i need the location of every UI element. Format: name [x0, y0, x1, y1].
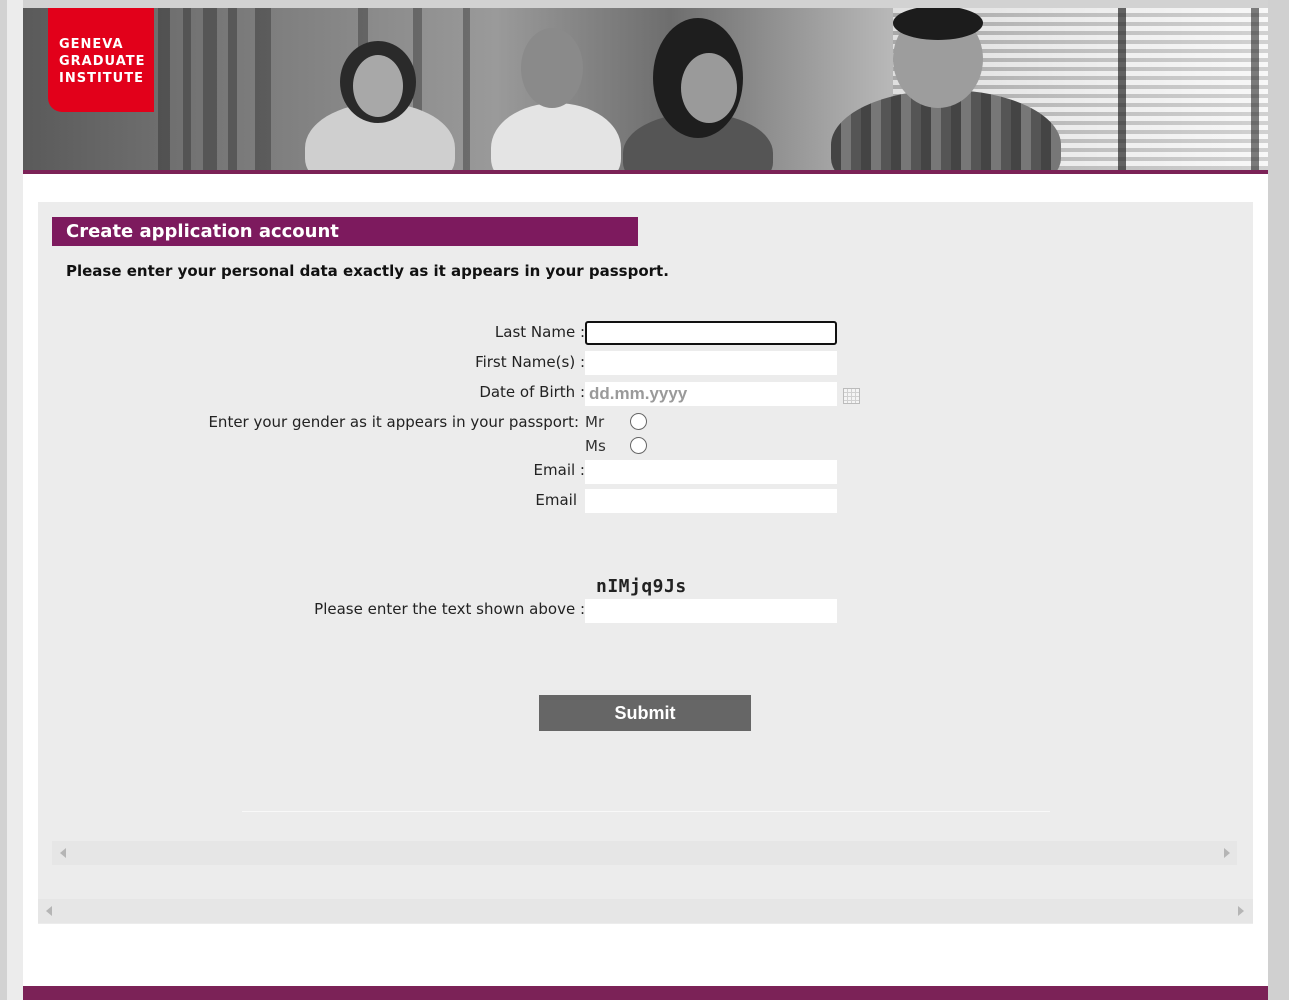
gender-option-ms-label: Ms: [585, 437, 606, 455]
last-name-input[interactable]: [585, 321, 837, 345]
email-confirm-input[interactable]: [585, 489, 837, 513]
gender-mr-radio[interactable]: [630, 413, 647, 430]
first-name-label: First Name(s) :: [475, 353, 585, 371]
window-right-gutter: [1268, 0, 1289, 1000]
header-banner-photo: [23, 8, 1268, 170]
window-left-gutter: [7, 0, 23, 1000]
scroll-right-arrow-icon[interactable]: [1238, 906, 1244, 916]
inner-horizontal-scrollbar[interactable]: [52, 841, 1237, 865]
last-name-label: Last Name :: [494, 323, 585, 341]
gender-option-mr-label: Mr: [585, 413, 605, 431]
first-name-input[interactable]: [585, 351, 837, 375]
banner-underline: [23, 170, 1268, 174]
captcha-label: Please enter the text shown above :: [314, 600, 585, 618]
captcha-text: nIMjq9Js: [596, 576, 687, 597]
gender-label: Enter your gender as it appears in your …: [208, 413, 579, 431]
application-form-panel: Create application account Please enter …: [38, 202, 1253, 924]
section-title: Create application account: [52, 217, 638, 246]
date-of-birth-input[interactable]: [585, 382, 837, 406]
scroll-left-arrow-icon[interactable]: [60, 848, 66, 858]
email-confirm-label: Email: [535, 491, 577, 509]
gender-ms-radio[interactable]: [630, 437, 647, 454]
form-instructions: Please enter your personal data exactly …: [66, 262, 669, 280]
divider: [242, 811, 1050, 812]
footer-bar: [23, 986, 1268, 1000]
email-label: Email :: [533, 461, 585, 479]
outer-horizontal-scrollbar[interactable]: [38, 899, 1253, 923]
captcha-input[interactable]: [585, 599, 837, 623]
page: GENEVA GRADUATE INSTITUTE Create applica…: [23, 8, 1268, 1000]
geneva-graduate-institute-logo[interactable]: GENEVA GRADUATE INSTITUTE: [48, 8, 154, 112]
scroll-right-arrow-icon[interactable]: [1224, 848, 1230, 858]
date-of-birth-label: Date of Birth :: [479, 383, 585, 401]
scroll-left-arrow-icon[interactable]: [46, 906, 52, 916]
calendar-icon[interactable]: [843, 388, 860, 404]
submit-button[interactable]: Submit: [539, 695, 751, 731]
email-input[interactable]: [585, 460, 837, 484]
